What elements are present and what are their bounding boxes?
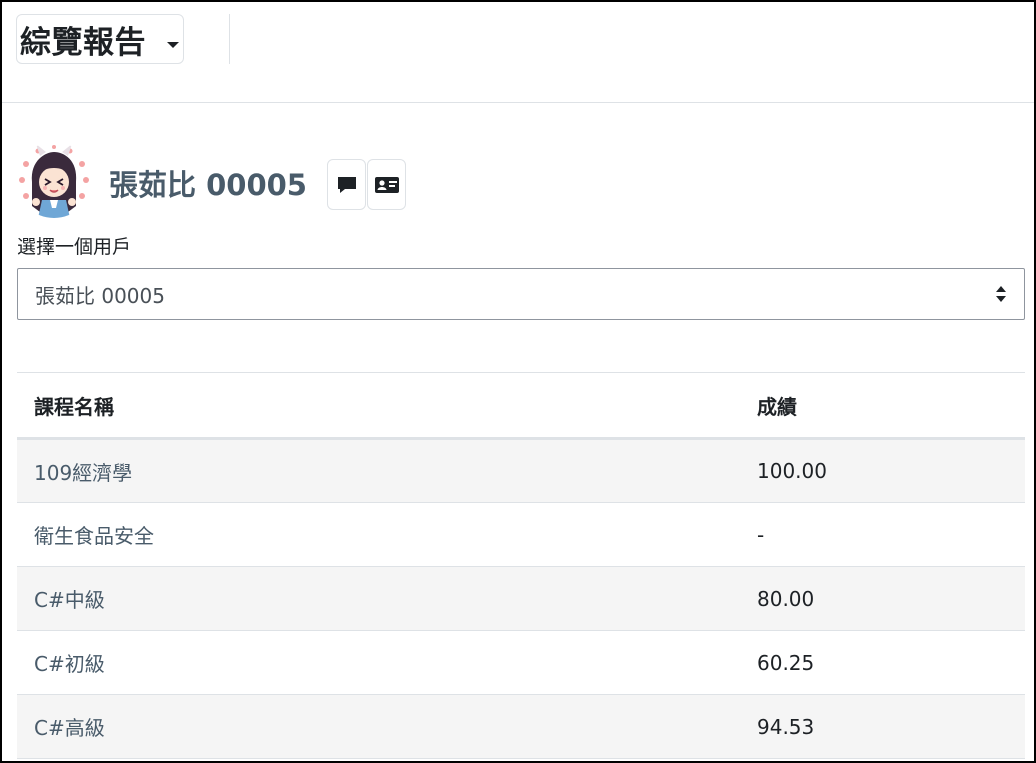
page: 綜覽報告 張茹比 00005 選擇一個用戶 張茹比 00005 課程名稱 成績 … [0,0,1036,763]
report-title: 綜覽報告 [20,24,146,61]
profile-button[interactable] [367,159,406,210]
grade-value: 80.00 [757,586,815,611]
course-name-link[interactable]: C#高級 [17,695,739,759]
user-name: 張茹比 00005 [109,168,307,202]
report-selector-button[interactable]: 綜覽報告 [16,14,184,64]
column-header-course[interactable]: 課程名稱 [17,373,739,439]
grade-value: 100.00 [757,459,827,483]
grades-table: 課程名稱 成績 109經濟學 100.00 衛生食品安全 - C#中級 80.0… [17,372,1025,759]
grade-value: 60.25 [757,650,815,675]
grade-value: - [757,522,765,547]
table-row: C#中級 80.00 [17,566,1025,631]
table-row: C#初級 60.25 [17,631,1025,695]
column-header-grade[interactable]: 成績 [739,373,1025,439]
id-card-icon [374,176,399,193]
course-name-link[interactable]: C#中級 [17,567,739,631]
course-name-link[interactable]: 109經濟學 [17,439,739,503]
header-divider [229,14,230,64]
table-row: C#高級 94.53 [17,694,1025,759]
table-header-row: 課程名稱 成績 [17,372,1025,439]
sort-arrows-icon [996,286,1006,302]
message-button[interactable] [327,159,366,210]
course-name-link[interactable]: C#初級 [17,631,739,695]
user-select-value: 張茹比 00005 [35,283,165,308]
grade-value: 94.53 [757,714,815,739]
message-icon [337,176,356,193]
course-name-link[interactable]: 衛生食品安全 [17,503,739,567]
user-select[interactable]: 張茹比 00005 [17,268,1025,320]
select-user-label: 選擇一個用戶 [17,236,132,258]
table-row: 109經濟學 100.00 [17,438,1025,503]
report-header: 綜覽報告 [2,2,1034,103]
chevron-down-icon [167,42,179,48]
avatar[interactable] [16,142,92,218]
table-row: 衛生食品安全 - [17,503,1025,567]
